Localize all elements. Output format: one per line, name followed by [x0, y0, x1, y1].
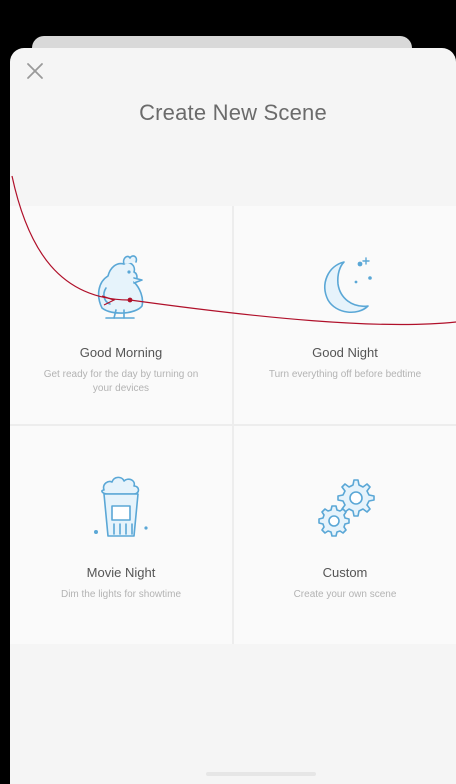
- rooster-icon: [10, 248, 232, 328]
- close-button[interactable]: [22, 58, 48, 84]
- scene-title: Movie Night: [86, 565, 156, 580]
- create-scene-sheet: Create New Scene Good Morning Get ready …: [10, 48, 456, 784]
- scene-description: Create your own scene: [293, 589, 397, 600]
- scene-description: Get ready for the day by turning on your…: [43, 369, 199, 394]
- popcorn-icon: [10, 468, 232, 548]
- scene-description: Dim the lights for showtime: [60, 589, 182, 600]
- scene-title: Good Night: [312, 345, 378, 360]
- close-icon: [27, 63, 43, 79]
- scene-card-custom[interactable]: Custom Create your own scene: [234, 426, 456, 644]
- scene-card-movie-night[interactable]: Movie Night Dim the lights for showtime: [10, 426, 232, 644]
- scene-description: Turn everything off before bedtime: [268, 369, 422, 380]
- moon-stars-icon: [234, 248, 456, 328]
- scene-card-good-night[interactable]: Good Night Turn everything off before be…: [234, 206, 456, 424]
- scene-title: Custom: [322, 565, 368, 580]
- scene-title: Good Morning: [79, 345, 163, 360]
- home-indicator: [206, 772, 316, 776]
- page-title: Create New Scene: [139, 100, 327, 125]
- gears-icon: [234, 468, 456, 548]
- screen: Create New Scene Good Morning Get ready …: [0, 0, 456, 784]
- scene-grid: Good Morning Get ready for the day by tu…: [10, 206, 456, 644]
- scene-card-good-morning[interactable]: Good Morning Get ready for the day by tu…: [10, 206, 232, 424]
